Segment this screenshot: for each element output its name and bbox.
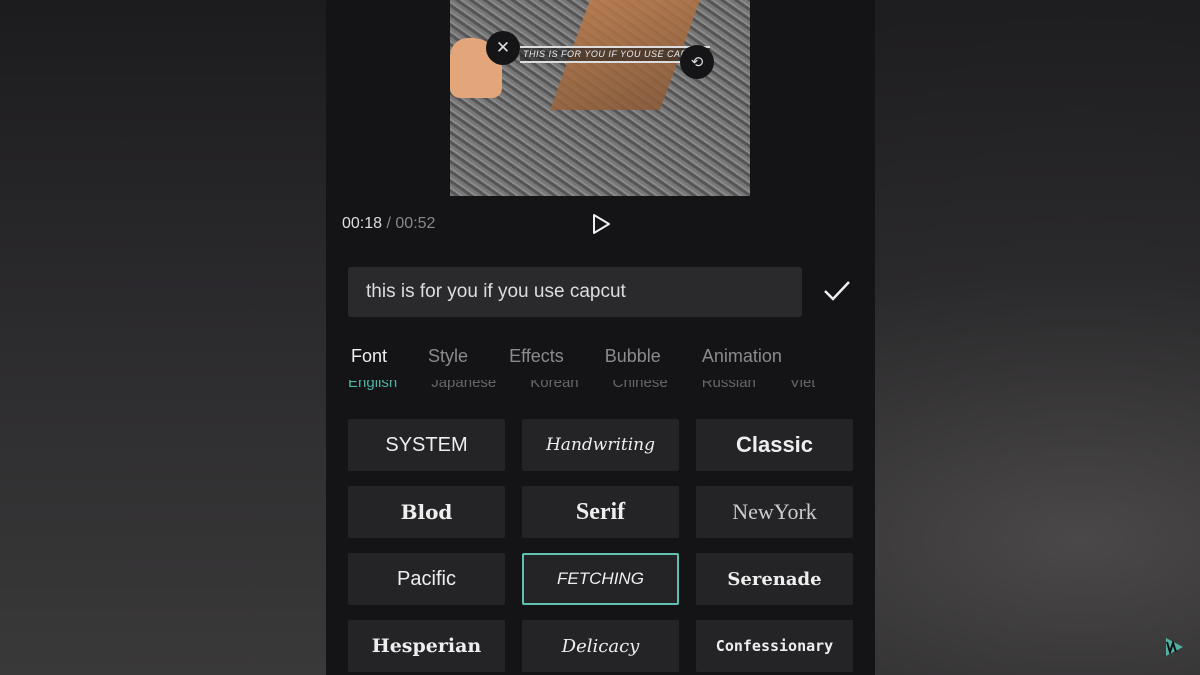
language-filter: English Japanese Korean Chinese Russian … [348, 380, 815, 394]
capcut-screen: THIS IS FOR YOU IF YOU USE CAPCUT ✕ ⟲ 00… [326, 0, 875, 675]
check-icon[interactable] [822, 279, 852, 303]
blurred-background [0, 0, 326, 675]
tab-effects[interactable]: Effects [509, 346, 564, 367]
font-pacific[interactable]: Pacific [348, 553, 505, 605]
play-icon[interactable] [590, 212, 612, 236]
font-blod[interactable]: Blod [348, 486, 505, 538]
font-hesperian[interactable]: Hesperian [348, 620, 505, 672]
text-editor-panel: this is for you if you use capcut Font S… [326, 252, 875, 675]
font-newyork[interactable]: NewYork [696, 486, 853, 538]
channel-logo-icon [1166, 638, 1183, 656]
time-separator: / [386, 215, 391, 232]
lang-english[interactable]: English [348, 380, 397, 394]
font-delicacy[interactable]: Delicacy [522, 620, 679, 672]
tab-animation[interactable]: Animation [702, 346, 782, 367]
font-serif[interactable]: Serif [522, 486, 679, 538]
tab-font[interactable]: Font [351, 346, 387, 367]
tab-bar: Font Style Effects Bubble Animation [351, 346, 823, 367]
font-classic[interactable]: Classic [696, 419, 853, 471]
font-confessionary[interactable]: Confessionary [696, 620, 853, 672]
video-preview: THIS IS FOR YOU IF YOU USE CAPCUT ✕ ⟲ [450, 0, 750, 196]
tab-style[interactable]: Style [428, 346, 468, 367]
rotate-scale-icon[interactable]: ⟲ [680, 45, 714, 79]
font-system[interactable]: SYSTEM [348, 419, 505, 471]
timecode: 00:18 / 00:52 [342, 215, 435, 233]
lang-viet[interactable]: Viet [790, 380, 816, 394]
lang-russian[interactable]: Russian [702, 380, 756, 394]
font-fetching[interactable]: FETCHING [522, 553, 679, 605]
font-handwriting[interactable]: Handwriting [522, 419, 679, 471]
lang-korean[interactable]: Korean [530, 380, 578, 394]
lang-chinese[interactable]: Chinese [613, 380, 668, 394]
lang-japanese[interactable]: Japanese [431, 380, 496, 394]
close-icon[interactable]: ✕ [486, 31, 520, 65]
font-serenade[interactable]: Serenade [696, 553, 853, 605]
total-time: 00:52 [395, 215, 436, 232]
current-time: 00:18 [342, 215, 383, 232]
font-grid: SYSTEM Handwriting Classic Blod Serif Ne… [348, 419, 853, 672]
text-input[interactable]: this is for you if you use capcut [348, 267, 802, 317]
tab-bubble[interactable]: Bubble [605, 346, 661, 367]
